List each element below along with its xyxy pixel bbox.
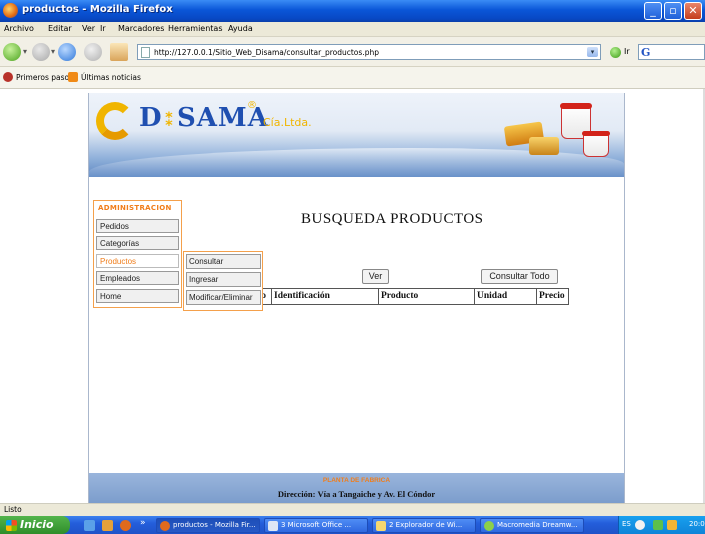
- menu-ayuda[interactable]: Ayuda: [228, 24, 253, 33]
- task-label: Macromedia Dreamw...: [497, 521, 578, 529]
- task-office[interactable]: 3 Microsoft Office ...: [264, 518, 368, 533]
- main-panel: ADMINISTRACION Pedidos Categorías Produc…: [89, 177, 624, 473]
- window-titlebar[interactable]: productos - Mozilla Firefox _ ▫ ✕: [0, 0, 705, 22]
- menu-ver[interactable]: Ver: [82, 24, 95, 33]
- logo-registered: ®: [247, 100, 257, 111]
- task-label: 3 Microsoft Office ...: [281, 521, 352, 529]
- clock[interactable]: 20:00: [689, 520, 705, 528]
- productos-submenu: Consultar Ingresar Modificar/Eliminar: [183, 251, 263, 311]
- screen: productos - Mozilla Firefox _ ▫ ✕ Archiv…: [0, 0, 705, 534]
- menu-item-categorias[interactable]: Categorías: [96, 236, 179, 250]
- go-icon[interactable]: [610, 47, 621, 58]
- status-text: Listo: [4, 505, 22, 514]
- logo-suffix: Cía.Ltda.: [263, 116, 312, 129]
- menu-item-home[interactable]: Home: [96, 289, 179, 303]
- close-button[interactable]: ✕: [684, 2, 702, 20]
- url-input[interactable]: [154, 46, 574, 58]
- page-title: BUSQUEDA PRODUCTOS: [301, 211, 484, 227]
- office-icon: [268, 521, 278, 531]
- system-tray: ES 20:00: [618, 516, 705, 534]
- go-label[interactable]: Ir: [624, 47, 630, 56]
- product-tub-icon: [582, 131, 610, 157]
- start-button[interactable]: Inicio: [0, 516, 70, 534]
- results-table-header: Código Identificación Producto Unidad Pr…: [234, 288, 569, 305]
- page-icon: [141, 47, 150, 58]
- firefox-icon: [160, 521, 170, 531]
- menu-editar[interactable]: Editar: [48, 24, 72, 33]
- window-title: productos - Mozilla Firefox: [22, 4, 173, 15]
- navigation-toolbar: ▾ ▾ ▾ Ir G: [0, 37, 705, 67]
- logo-d: D: [139, 103, 163, 133]
- dreamweaver-icon: [484, 521, 494, 531]
- address-bar[interactable]: ▾: [137, 44, 601, 60]
- column-header: Precio: [537, 288, 569, 305]
- menu-marcadores[interactable]: Marcadores: [118, 24, 164, 33]
- quicklaunch-firefox-icon[interactable]: [120, 520, 131, 531]
- menu-bar: Archivo Editar Ver Ir Marcadores Herrami…: [0, 22, 705, 37]
- task-label: 2 Explorador de Wi...: [389, 521, 463, 529]
- search-box[interactable]: G: [638, 44, 705, 60]
- back-icon[interactable]: [3, 43, 21, 61]
- bookmark-ultimas-noticias[interactable]: Últimas noticias: [81, 73, 141, 82]
- menu-item-empleados[interactable]: Empleados: [96, 271, 179, 285]
- logo-drop-icon: ⁑: [164, 110, 175, 131]
- folder-icon: [376, 521, 386, 531]
- footer-title: PLANTA DE FABRICA: [322, 477, 391, 484]
- language-indicator[interactable]: ES: [622, 520, 631, 528]
- google-icon: G: [641, 46, 651, 59]
- bookmarks-bar: Primeros pasos Últimas noticias: [0, 67, 705, 89]
- column-header: Producto: [379, 288, 475, 305]
- firefox-icon: [3, 3, 18, 18]
- forward-dropdown-icon[interactable]: ▾: [51, 47, 55, 56]
- menu-archivo[interactable]: Archivo: [4, 24, 34, 33]
- logo-sun-icon: [96, 102, 134, 140]
- menu-ir[interactable]: Ir: [100, 24, 106, 33]
- menu-item-productos[interactable]: Productos: [96, 254, 179, 268]
- url-dropdown-icon[interactable]: ▾: [587, 47, 598, 57]
- consultar-todo-button[interactable]: Consultar Todo: [481, 269, 558, 284]
- product-box-icon: [529, 137, 559, 155]
- admin-menu-title: ADMINISTRACION: [98, 204, 172, 212]
- reload-icon[interactable]: [58, 43, 76, 61]
- maximize-button[interactable]: ▫: [664, 2, 682, 20]
- forward-icon[interactable]: [32, 43, 50, 61]
- start-label: Inicio: [20, 518, 54, 531]
- status-bar: Listo: [0, 503, 705, 516]
- quicklaunch-desktop-icon[interactable]: [84, 520, 95, 531]
- column-header: Unidad: [475, 288, 537, 305]
- home-icon[interactable]: [110, 43, 128, 61]
- task-dreamweaver[interactable]: Macromedia Dreamw...: [480, 518, 584, 533]
- products-image: [501, 99, 619, 157]
- submenu-modificar-eliminar[interactable]: Modificar/Eliminar: [186, 290, 261, 305]
- task-label: productos - Mozilla Fir...: [173, 521, 256, 529]
- column-header: Identificación: [272, 288, 379, 305]
- back-dropdown-icon[interactable]: ▾: [23, 47, 27, 56]
- submenu-ingresar[interactable]: Ingresar: [186, 272, 261, 287]
- site-footer: PLANTA DE FABRICA Dirección: Vía a Tanga…: [89, 473, 624, 503]
- tray-network-icon[interactable]: [635, 520, 645, 530]
- taskbar: Inicio » productos - Mozilla Fir... 3 Mi…: [0, 516, 705, 534]
- website: D ⁑SAMA ® Cía.Ltda. ADMINISTRACION Pedido…: [88, 93, 625, 503]
- task-explorer[interactable]: 2 Explorador de Wi...: [372, 518, 476, 533]
- tray-app-icon[interactable]: [667, 520, 677, 530]
- quicklaunch-app-icon[interactable]: [102, 520, 113, 531]
- admin-menu: ADMINISTRACION Pedidos Categorías Produc…: [93, 200, 182, 308]
- menu-herramientas[interactable]: Herramientas: [168, 24, 223, 33]
- tray-app-icon[interactable]: [653, 520, 663, 530]
- quicklaunch-more-icon[interactable]: »: [140, 518, 146, 528]
- menu-item-pedidos[interactable]: Pedidos: [96, 219, 179, 233]
- windows-logo-icon: [6, 520, 17, 531]
- page-content: D ⁑SAMA ® Cía.Ltda. ADMINISTRACION Pedido…: [0, 89, 705, 503]
- site-banner: D ⁑SAMA ® Cía.Ltda.: [89, 93, 624, 177]
- footer-address: Dirección: Vía a Tangaiche y Av. El Cónd…: [277, 489, 436, 499]
- stop-icon[interactable]: [84, 43, 102, 61]
- submenu-consultar[interactable]: Consultar: [186, 254, 261, 269]
- rss-icon: [68, 72, 78, 82]
- minimize-button[interactable]: _: [644, 2, 662, 20]
- bookmark-primeros-pasos[interactable]: Primeros pasos: [16, 73, 73, 82]
- bookmark-icon: [3, 72, 13, 82]
- ver-button[interactable]: Ver: [362, 269, 389, 284]
- task-firefox[interactable]: productos - Mozilla Fir...: [156, 518, 260, 533]
